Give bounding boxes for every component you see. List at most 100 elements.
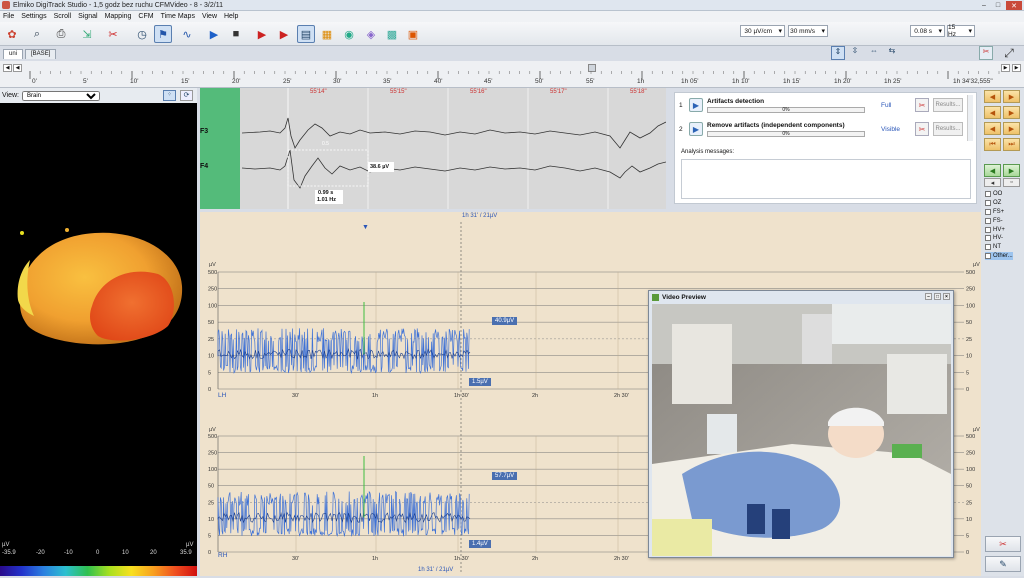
brain-map-pane[interactable] <box>0 88 197 576</box>
zoom-icon[interactable]: ⌕ <box>28 25 46 43</box>
marker-checkbox[interactable] <box>985 217 991 224</box>
eeg-traces[interactable] <box>200 88 667 209</box>
marker-add-icon[interactable]: ◂ <box>984 178 1001 187</box>
menu-help[interactable]: Help <box>224 13 238 20</box>
cube-icon[interactable]: ◈ <box>362 25 380 43</box>
menu-view[interactable]: View <box>202 13 217 20</box>
task-settings-icon[interactable]: ✂ <box>915 122 929 136</box>
highfilter-select[interactable]: 15 Hz <box>947 24 975 38</box>
task-results-button[interactable]: Results... <box>933 98 963 112</box>
task-mode-link[interactable]: Full <box>881 102 891 109</box>
view-select[interactable]: Brain <box>22 90 100 101</box>
marker-label: FS- <box>993 217 1003 224</box>
tab-uni[interactable]: uni <box>3 49 24 59</box>
marker-next-icon[interactable]: ▶ <box>1003 164 1020 177</box>
record-next-icon[interactable]: ▶ <box>253 25 271 43</box>
task-results-button[interactable]: Results... <box>933 122 963 136</box>
minimize-button[interactable]: – <box>978 1 990 10</box>
marker-checkbox[interactable] <box>985 191 991 198</box>
menu-file[interactable]: File <box>3 13 14 20</box>
brain-3d-model[interactable] <box>0 208 197 368</box>
marker-prev-icon[interactable]: ◀ <box>984 164 1001 177</box>
film-icon[interactable]: ▦ <box>318 25 336 43</box>
palette-icon[interactable]: ▩ <box>383 25 401 43</box>
nav-up-left-icon[interactable]: ◀ <box>984 90 1001 103</box>
menu-mapping[interactable]: Mapping <box>105 13 132 20</box>
menu-time-maps[interactable]: Time Maps <box>161 13 195 20</box>
clock-icon[interactable]: ◷ <box>133 25 151 43</box>
edit-button[interactable]: ✎ <box>985 556 1021 572</box>
marker-item[interactable]: OO <box>985 190 1013 199</box>
signal-icon[interactable]: ∿ <box>178 25 196 43</box>
marker-checkbox[interactable] <box>985 252 991 259</box>
marker-checkbox[interactable] <box>985 226 991 233</box>
export-icon[interactable]: ⇲ <box>78 25 96 43</box>
nav-page-back-icon[interactable]: ◀ <box>984 122 1001 135</box>
timeline-ruler[interactable]: ◀ ◀ ▶ ▶ 0' 5' 10' 15' 20' 25' 30' 35' 40… <box>0 61 1024 88</box>
marker-item[interactable]: FS+ <box>985 208 1013 217</box>
nav-end-icon[interactable]: ⏭ <box>1003 138 1020 151</box>
video-close-button[interactable]: × <box>943 293 950 300</box>
flag-icon[interactable]: ⚑ <box>154 25 172 43</box>
marker-checkbox[interactable] <box>985 235 991 242</box>
color-wheel-icon[interactable]: ◉ <box>340 25 358 43</box>
sensitivity-select[interactable]: 30 µV/cm <box>740 25 785 37</box>
fullscreen-icon[interactable]: ⤢ <box>1000 46 1018 62</box>
montage-icon[interactable]: ✿ <box>3 25 21 43</box>
nav-page-fwd-icon[interactable]: ▶ <box>1003 122 1020 135</box>
run-task-button[interactable]: ▶ <box>689 98 703 112</box>
menu-cfm[interactable]: CFM <box>138 13 153 20</box>
nav-up-right-icon[interactable]: ▶ <box>1003 90 1020 103</box>
map-icon[interactable]: ▣ <box>404 25 422 43</box>
compress-icon[interactable]: ⇳ <box>848 46 862 60</box>
cursor-marker-icon[interactable]: ▼ <box>362 224 369 231</box>
task-list-scrollbar[interactable] <box>967 95 973 141</box>
tools-button[interactable]: ✂ <box>985 536 1021 552</box>
electrodes-icon[interactable]: ⁘ <box>163 90 176 101</box>
print-icon[interactable]: ⎙ <box>52 25 70 43</box>
marker-item[interactable]: HV+ <box>985 225 1013 234</box>
stop-icon[interactable]: ■ <box>227 25 245 43</box>
expand-h-icon[interactable]: ⇔ <box>866 46 882 60</box>
video-title-bar[interactable]: Video Preview – □ × <box>649 291 953 303</box>
settings-tool-icon[interactable]: ✂ <box>979 46 993 60</box>
marker-item-selected[interactable]: Other... <box>985 251 1013 261</box>
task-settings-icon[interactable]: ✂ <box>915 98 929 112</box>
tools-icon[interactable]: ✂ <box>104 25 122 43</box>
marker-item[interactable]: NT <box>985 243 1013 252</box>
marker-list-icon[interactable]: ▫ <box>1003 178 1020 187</box>
shrink-h-icon[interactable]: ⇆ <box>884 46 900 60</box>
nav-start-icon[interactable]: ⏮ <box>984 138 1001 151</box>
record-prev-icon[interactable]: ▶ <box>275 25 293 43</box>
marker-item[interactable]: FS- <box>985 216 1013 225</box>
video-minimize-button[interactable]: – <box>925 293 932 300</box>
eeg-view-icon[interactable]: ▤ <box>297 25 315 43</box>
lowfilter-select[interactable]: 0.08 s <box>910 25 945 37</box>
marker-checkbox[interactable] <box>985 244 991 251</box>
analysis-messages-box[interactable] <box>681 159 971 199</box>
speed-select[interactable]: 30 mm/s <box>788 25 828 37</box>
menu-settings[interactable]: Settings <box>21 13 46 20</box>
marker-checkbox[interactable] <box>985 200 991 207</box>
task-mode-link[interactable]: Visible <box>881 126 900 133</box>
y-tick-label-right: 50 <box>966 484 972 490</box>
menu-scroll[interactable]: Scroll <box>54 13 72 20</box>
marker-item[interactable]: HV- <box>985 234 1013 243</box>
close-button[interactable]: ✕ <box>1006 1 1022 10</box>
run-task-button[interactable]: ▶ <box>689 122 703 136</box>
play-icon[interactable]: ▶ <box>205 25 223 43</box>
nav-fast-fwd-icon[interactable]: ▶ <box>1003 106 1020 119</box>
marker-item[interactable]: OZ <box>985 199 1013 208</box>
eeg-signal-pane[interactable]: F3 F4 55'14" 55'15" 55'16" 55'17" 55'18"… <box>200 88 667 209</box>
rotate-icon[interactable]: ⟳ <box>180 90 193 101</box>
video-frame[interactable] <box>652 304 951 556</box>
video-preview-window[interactable]: Video Preview – □ × <box>648 290 954 558</box>
nav-fast-back-icon[interactable]: ◀ <box>984 106 1001 119</box>
video-maximize-button[interactable]: □ <box>934 293 941 300</box>
ruler-label: 1h 25' <box>884 78 902 85</box>
vertical-scale-icon[interactable]: ⇕ <box>831 46 845 60</box>
marker-checkbox[interactable] <box>985 208 991 215</box>
maximize-button[interactable]: □ <box>992 1 1004 10</box>
menu-signal[interactable]: Signal <box>78 13 97 20</box>
tab-base[interactable]: [BASE] <box>25 49 57 59</box>
